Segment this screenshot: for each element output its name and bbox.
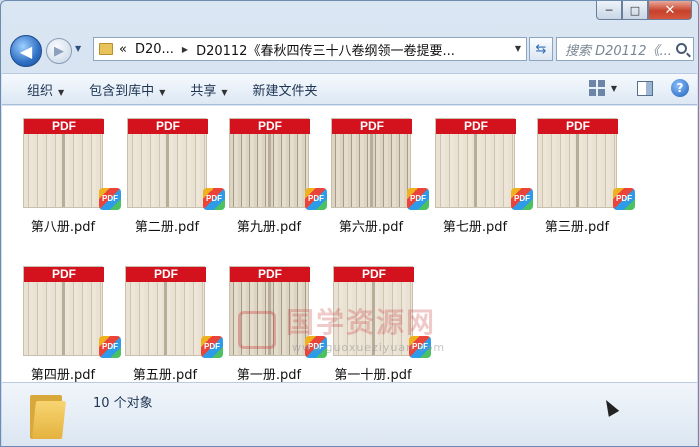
file-name: 第二册.pdf bbox=[134, 220, 200, 235]
pdf-label-band: PDF bbox=[126, 267, 206, 282]
pdf-thumbnail: PDF PDF bbox=[125, 266, 223, 358]
file-item[interactable]: PDF PDF 第五册.pdf bbox=[112, 258, 223, 388]
file-item[interactable]: PDF PDF 第三册.pdf bbox=[524, 110, 635, 240]
navigation-bar: ◀ ▶ ▼ « D20... ▶ D20112《春秋四传三十八卷纲领一卷提要..… bbox=[7, 34, 694, 67]
explorer-window: ─ □ ✕ ◀ ▶ ▼ « D20... ▶ D20112《春秋四传三十八卷纲领… bbox=[0, 0, 699, 447]
preview-pane-icon[interactable] bbox=[637, 80, 653, 96]
watermark-text: 国学资源网 bbox=[286, 306, 437, 339]
file-list: PDF PDF 第八册.pdf PDF PDF 第二册.pdf PDF PDF … bbox=[2, 106, 697, 383]
file-item[interactable]: PDF PDF 第八册.pdf bbox=[10, 110, 121, 240]
chevron-down-icon: ▼ bbox=[221, 87, 228, 97]
pdf-label-band: PDF bbox=[128, 119, 208, 134]
file-name: 第六册.pdf bbox=[338, 220, 404, 235]
new-folder-button[interactable]: 新建文件夹 bbox=[253, 80, 318, 99]
pdf-thumbnail: PDF PDF bbox=[23, 266, 121, 358]
organize-menu[interactable]: 组织 ▼ bbox=[27, 80, 64, 99]
file-item[interactable]: PDF PDF 第四册.pdf bbox=[10, 258, 121, 388]
change-view-icon[interactable] bbox=[588, 80, 605, 96]
pdf-label-band: PDF bbox=[230, 119, 310, 134]
breadcrumb-overflow[interactable]: « bbox=[119, 42, 127, 57]
file-item[interactable]: PDF PDF 第九册.pdf bbox=[216, 110, 327, 240]
pdf-label-band: PDF bbox=[334, 267, 414, 282]
pdf-label-band: PDF bbox=[332, 119, 412, 134]
help-icon[interactable]: ? bbox=[671, 79, 689, 97]
include-in-library-label: 包含到库中 bbox=[89, 83, 155, 99]
pdf-label-band: PDF bbox=[230, 267, 310, 282]
caption-buttons: ─ □ ✕ bbox=[596, 1, 692, 21]
share-label: 共享 bbox=[190, 83, 217, 99]
folder-icon bbox=[30, 391, 68, 439]
file-name: 第七册.pdf bbox=[442, 220, 508, 235]
search-placeholder: 搜索 D20112《... bbox=[565, 43, 672, 59]
pdf-label-band: PDF bbox=[24, 267, 104, 282]
pdf-thumbnail: PDF PDF bbox=[127, 118, 225, 210]
chevron-right-icon[interactable]: ▶ bbox=[182, 45, 188, 54]
watermark-url: www.guoxueziyuan.com bbox=[292, 341, 446, 354]
close-button[interactable]: ✕ bbox=[648, 1, 692, 20]
share-menu[interactable]: 共享 ▼ bbox=[190, 80, 227, 99]
maximize-button[interactable]: □ bbox=[622, 1, 648, 20]
pdf-thumbnail: PDF PDF bbox=[331, 118, 429, 210]
view-controls: ▼ ? bbox=[588, 79, 689, 97]
pdf-label-band: PDF bbox=[436, 119, 516, 134]
chevron-down-icon: ▼ bbox=[159, 87, 166, 97]
file-item[interactable]: PDF PDF 第二册.pdf bbox=[114, 110, 225, 240]
recent-pages-dropdown[interactable]: ▼ bbox=[75, 44, 81, 53]
file-name: 第八册.pdf bbox=[30, 220, 96, 235]
file-name: 第一册.pdf bbox=[236, 368, 302, 383]
folder-icon bbox=[99, 43, 113, 55]
refresh-button[interactable]: ⇆ bbox=[529, 37, 553, 61]
breadcrumb-item-current[interactable]: D20112《春秋四传三十八卷纲领一卷提要... bbox=[196, 40, 455, 59]
file-name: 第三册.pdf bbox=[544, 220, 610, 235]
file-name: 第四册.pdf bbox=[30, 368, 96, 383]
breadcrumb-item-parent[interactable]: D20... bbox=[135, 42, 174, 57]
pdf-app-icon: PDF bbox=[613, 188, 635, 210]
file-name: 第九册.pdf bbox=[236, 220, 302, 235]
minimize-button[interactable]: ─ bbox=[596, 1, 622, 20]
file-name: 第一十册.pdf bbox=[334, 368, 412, 383]
pdf-label-band: PDF bbox=[24, 119, 104, 134]
address-dropdown-icon[interactable]: ▼ bbox=[515, 44, 521, 53]
pdf-thumbnail: PDF PDF bbox=[537, 118, 635, 210]
pdf-label-band: PDF bbox=[538, 119, 618, 134]
pdf-thumbnail: PDF PDF bbox=[435, 118, 533, 210]
forward-button[interactable]: ▶ bbox=[46, 38, 72, 64]
include-in-library-menu[interactable]: 包含到库中 ▼ bbox=[89, 80, 165, 99]
command-bar: 组织 ▼ 包含到库中 ▼ 共享 ▼ 新建文件夹 ▼ ? bbox=[2, 73, 697, 105]
file-item[interactable]: PDF PDF 第七册.pdf bbox=[422, 110, 533, 240]
search-input[interactable]: 搜索 D20112《... bbox=[556, 37, 694, 61]
watermark: 国学资源网 www.guoxueziyuan.com bbox=[240, 301, 446, 361]
item-count: 10 个对象 bbox=[93, 396, 153, 411]
organize-label: 组织 bbox=[27, 83, 54, 99]
address-bar[interactable]: « D20... ▶ D20112《春秋四传三十八卷纲领一卷提要... ▼ bbox=[93, 37, 527, 61]
view-options-dropdown[interactable]: ▼ bbox=[611, 84, 617, 93]
pdf-thumbnail: PDF PDF bbox=[23, 118, 121, 210]
pdf-thumbnail: PDF PDF bbox=[229, 118, 327, 210]
back-button[interactable]: ◀ bbox=[10, 35, 42, 67]
file-name: 第五册.pdf bbox=[132, 368, 198, 383]
details-pane: 10 个对象 bbox=[2, 382, 697, 446]
search-icon[interactable] bbox=[676, 43, 687, 54]
file-item[interactable]: PDF PDF 第六册.pdf bbox=[318, 110, 429, 240]
chevron-down-icon: ▼ bbox=[58, 87, 65, 97]
